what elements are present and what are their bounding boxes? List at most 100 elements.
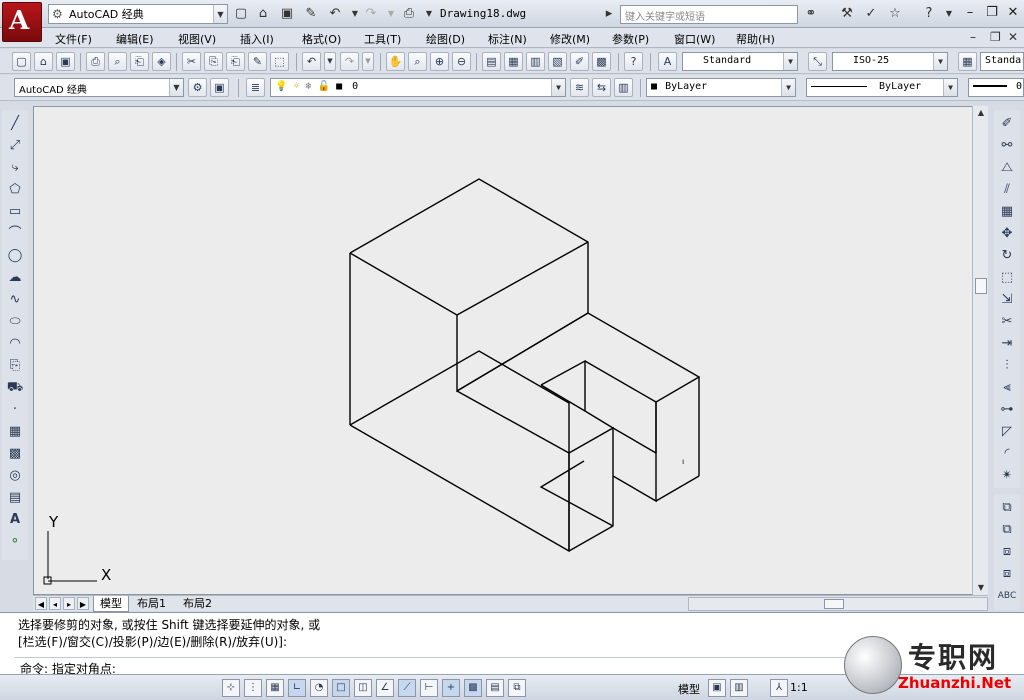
layer-previous-icon[interactable]: ⇆ [592,78,611,97]
tab-layout2[interactable]: 布局2 [177,596,218,612]
design-center-icon[interactable]: ▦ [504,52,523,71]
undo-icon[interactable]: ↶ [302,52,321,71]
linetype-select[interactable]: ByLayer ▼ [806,78,958,97]
break-icon[interactable]: ⫷ [997,378,1017,398]
block-editor-icon[interactable]: ⬚ [270,52,289,71]
binoculars-icon[interactable]: ⚭ [802,5,820,23]
fillet-icon[interactable]: ◜ [997,444,1017,464]
match-properties-icon[interactable]: ✎ [248,52,267,71]
arc-icon[interactable]: ⌒ [5,224,25,244]
revision-cloud-icon[interactable]: ☁ [5,268,25,288]
vertical-scroll-thumb[interactable] [975,278,987,294]
menu-edit[interactable]: 编辑(E) [116,31,154,47]
last-tab-icon[interactable]: ▶ [77,597,89,610]
menu-window[interactable]: 窗口(W) [674,31,715,47]
selection-cycling-icon[interactable]: ⧉ [508,679,526,697]
horizontal-scroll-thumb[interactable] [824,599,844,609]
spline-icon[interactable]: ∿ [5,290,25,310]
menu-view[interactable]: 视图(V) [178,31,216,47]
bring-to-front-icon[interactable]: ⧉ [997,498,1017,518]
chevron-down-icon[interactable]: ▼ [169,79,183,96]
zoom-realtime-icon[interactable]: ⌕ [408,52,427,71]
insert-block-icon[interactable]: ⎘ [5,356,25,376]
open-folder-icon[interactable]: ⌂ [254,5,272,23]
save-icon[interactable]: ▣ [278,5,296,23]
sheet-set-icon[interactable]: ▧ [548,52,567,71]
plot-preview-icon[interactable]: ⌕ [108,52,127,71]
add-selected-icon[interactable]: ⚬ [5,532,25,552]
redo-icon[interactable]: ↷ [340,52,359,71]
communication-center-icon[interactable]: ✓ [862,5,880,23]
quickcalc-icon[interactable]: ▩ [592,52,611,71]
next-tab-icon[interactable]: ▸ [63,597,75,610]
tool-palettes-icon[interactable]: ▥ [526,52,545,71]
text-style-icon[interactable]: A [658,52,677,71]
menu-tools[interactable]: 工具(T) [364,31,401,47]
color-select[interactable]: ■ ByLayer ▼ [646,78,796,97]
layer-select[interactable]: 💡 ☼ ❄ 🔓 ■ 0 ▼ [270,78,566,97]
dimension-style-select[interactable]: ISO-25 ▼ [832,52,948,71]
open-icon[interactable]: ⌂ [34,52,53,71]
quick-view-drawings-icon[interactable]: ▥ [730,679,748,697]
new-file-icon[interactable]: ▢ [232,5,250,23]
lineweight-select[interactable]: 0. [968,78,1024,97]
favorites-star-icon[interactable]: ☆ [886,5,904,23]
drawing-restore-icon[interactable]: ❐ [990,30,1001,44]
infer-constraints-icon[interactable]: ⊹ [222,679,240,697]
menu-insert[interactable]: 插入(I) [240,31,274,47]
paste-icon[interactable]: ⎗ [226,52,245,71]
minimize-icon[interactable]: – [960,3,980,23]
scroll-up-icon[interactable]: ▲ [973,106,989,120]
pan-hand-icon[interactable]: ✋ [386,52,405,71]
circle-icon[interactable]: ◯ [5,246,25,266]
table-style-select[interactable]: Standard [980,52,1024,71]
dynamic-ucs-icon[interactable]: ⟋ [398,679,416,697]
menu-format[interactable]: 格式(O) [302,31,341,47]
copy-icon[interactable]: ⎘ [204,52,223,71]
make-block-icon[interactable]: ⛟ [5,378,25,398]
properties-icon[interactable]: ▤ [482,52,501,71]
scroll-down-icon[interactable]: ▼ [973,581,989,595]
3d-dwf-icon[interactable]: ◈ [152,52,171,71]
break-at-point-icon[interactable]: ⫶ [997,356,1017,376]
text-style-select[interactable]: Standard ▼ [682,52,798,71]
help-icon[interactable]: ? [624,52,643,71]
workspace-select[interactable]: AutoCAD 经典 ▼ [14,78,184,97]
object-snap-tracking-icon[interactable]: ∠ [376,679,394,697]
table-icon[interactable]: ▤ [5,488,25,508]
ellipse-arc-icon[interactable]: ◠ [5,334,25,354]
drawing-close-icon[interactable]: ✕ [1008,30,1018,44]
undo-dropdown-icon[interactable]: ▼ [324,52,336,71]
redo-dropdown-icon[interactable]: ▼ [362,52,374,71]
3d-object-snap-icon[interactable]: ◫ [354,679,372,697]
restore-icon[interactable]: ❐ [982,3,1002,23]
quick-access-dropdown-icon[interactable]: ▼ [420,5,438,23]
mirror-icon[interactable]: ⧍ [997,158,1017,178]
send-under-icon[interactable]: ⧈ [997,564,1017,584]
stretch-icon[interactable]: ⇲ [997,290,1017,310]
polyline-icon[interactable]: ⤷ [5,158,25,178]
search-input[interactable]: 键入关键字或短语 [620,5,798,24]
quick-view-layouts-icon[interactable]: ▣ [708,679,726,697]
search-toggle-icon[interactable]: ▸ [600,5,618,23]
ortho-mode-icon[interactable]: ∟ [288,679,306,697]
grid-display-icon[interactable]: ▦ [266,679,284,697]
point-icon[interactable]: · [5,400,25,420]
zoom-previous-icon[interactable]: ⊖ [452,52,471,71]
workspace-settings-icon[interactable]: ⚙ [188,78,207,97]
redo-dropdown-icon[interactable]: ▼ [382,5,400,23]
plot-icon[interactable]: ⎙ [86,52,105,71]
model-space-label[interactable]: 模型 [678,681,700,697]
construction-line-icon[interactable]: ⤢ [5,136,25,156]
transparency-icon[interactable]: ▩ [464,679,482,697]
move-icon[interactable]: ✥ [997,224,1017,244]
application-menu-button[interactable]: A [2,2,42,42]
save-as-icon[interactable]: ✎ [302,5,320,23]
bring-above-icon[interactable]: ⧈ [997,542,1017,562]
chamfer-icon[interactable]: ◸ [997,422,1017,442]
tab-model[interactable]: 模型 [93,596,129,612]
annotation-scale-value[interactable]: 1:1 [790,681,808,694]
qnew-icon[interactable]: ▢ [12,52,31,71]
chevron-down-icon[interactable]: ▼ [213,5,227,23]
workspace-selector[interactable]: ⚙ AutoCAD 经典 ▼ [48,4,228,24]
